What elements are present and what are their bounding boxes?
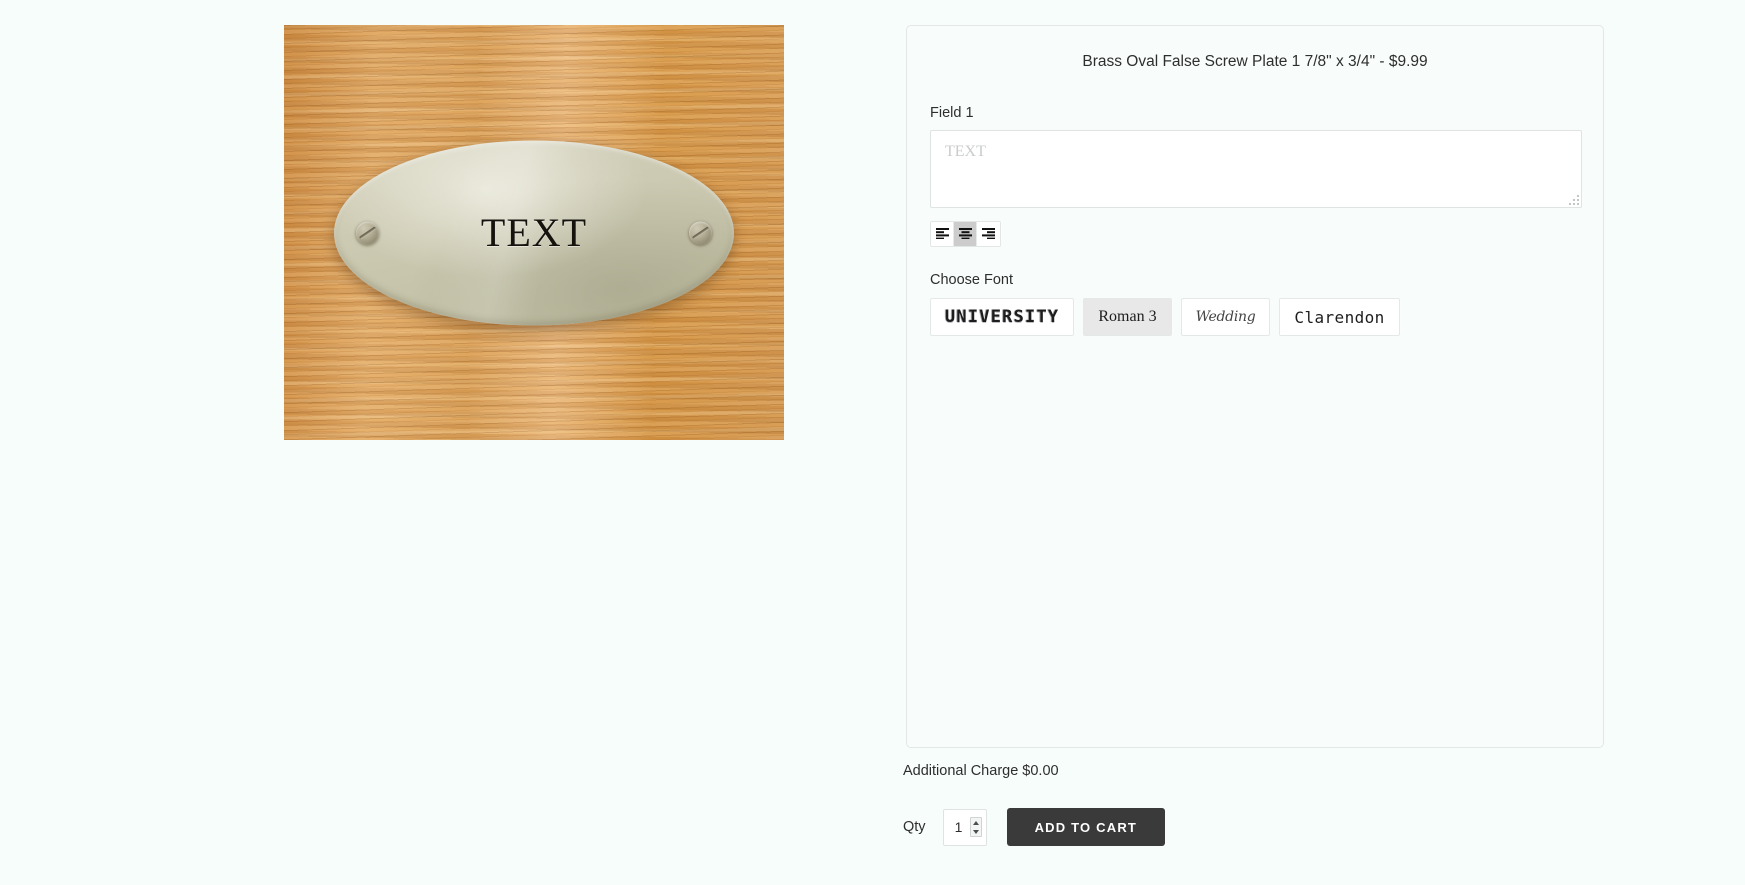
purchase-controls: Qty ADD TO CART bbox=[903, 808, 1166, 846]
font-option-wedding[interactable]: Wedding bbox=[1180, 298, 1271, 336]
align-right-button[interactable] bbox=[977, 222, 1000, 246]
qty-decrement-button[interactable] bbox=[971, 827, 981, 836]
font-option-wedding-label: Wedding bbox=[1195, 309, 1256, 325]
font-option-university-label: UNIVERSITY bbox=[945, 307, 1060, 327]
screw-right-icon bbox=[689, 221, 712, 245]
font-option-roman3[interactable]: Roman 3 bbox=[1083, 298, 1172, 336]
qty-label: Qty bbox=[903, 819, 926, 835]
align-right-icon bbox=[982, 227, 996, 242]
screw-left-icon bbox=[356, 221, 379, 245]
text-alignment-group bbox=[930, 221, 1001, 247]
font-option-roman3-label: Roman 3 bbox=[1098, 308, 1157, 325]
qty-spinner-icon[interactable] bbox=[969, 817, 982, 837]
custom-text-field-wrapper bbox=[930, 130, 1582, 208]
align-left-icon bbox=[935, 227, 949, 242]
brass-oval-plate: TEXT bbox=[334, 140, 734, 325]
qty-increment-button[interactable] bbox=[971, 818, 981, 827]
font-option-clarendon[interactable]: Clarendon bbox=[1279, 298, 1400, 336]
font-option-university[interactable]: UNIVERSITY bbox=[930, 298, 1075, 336]
plate-engraved-text: TEXT bbox=[480, 210, 588, 255]
product-customizer-page: TEXT Brass Oval False Screw Plate 1 7/8"… bbox=[0, 0, 1745, 885]
customizer-body: Field 1 TEXT Choose Font UNIVERSITY Roma… bbox=[907, 105, 1603, 336]
additional-charge-text: Additional Charge $0.00 bbox=[903, 763, 1059, 779]
font-options-group: UNIVERSITY Roman 3 Wedding Clarendon bbox=[930, 298, 1580, 336]
choose-font-label: Choose Font bbox=[930, 272, 1014, 288]
field-1-label: Field 1 bbox=[930, 105, 974, 121]
product-preview-panel: TEXT bbox=[284, 25, 784, 440]
qty-input[interactable] bbox=[945, 819, 972, 835]
align-center-icon bbox=[958, 227, 972, 242]
product-title: Brass Oval False Screw Plate 1 7/8" x 3/… bbox=[1082, 53, 1428, 70]
align-left-button[interactable] bbox=[931, 222, 955, 246]
font-option-clarendon-label: Clarendon bbox=[1294, 307, 1385, 327]
product-preview-image[interactable]: TEXT bbox=[284, 25, 784, 440]
customizer-card: Brass Oval False Screw Plate 1 7/8" x 3/… bbox=[906, 25, 1604, 748]
qty-stepper[interactable] bbox=[942, 808, 987, 846]
add-to-cart-button[interactable]: ADD TO CART bbox=[1006, 808, 1166, 846]
custom-text-input[interactable] bbox=[931, 131, 1581, 207]
align-center-button[interactable] bbox=[954, 222, 978, 246]
